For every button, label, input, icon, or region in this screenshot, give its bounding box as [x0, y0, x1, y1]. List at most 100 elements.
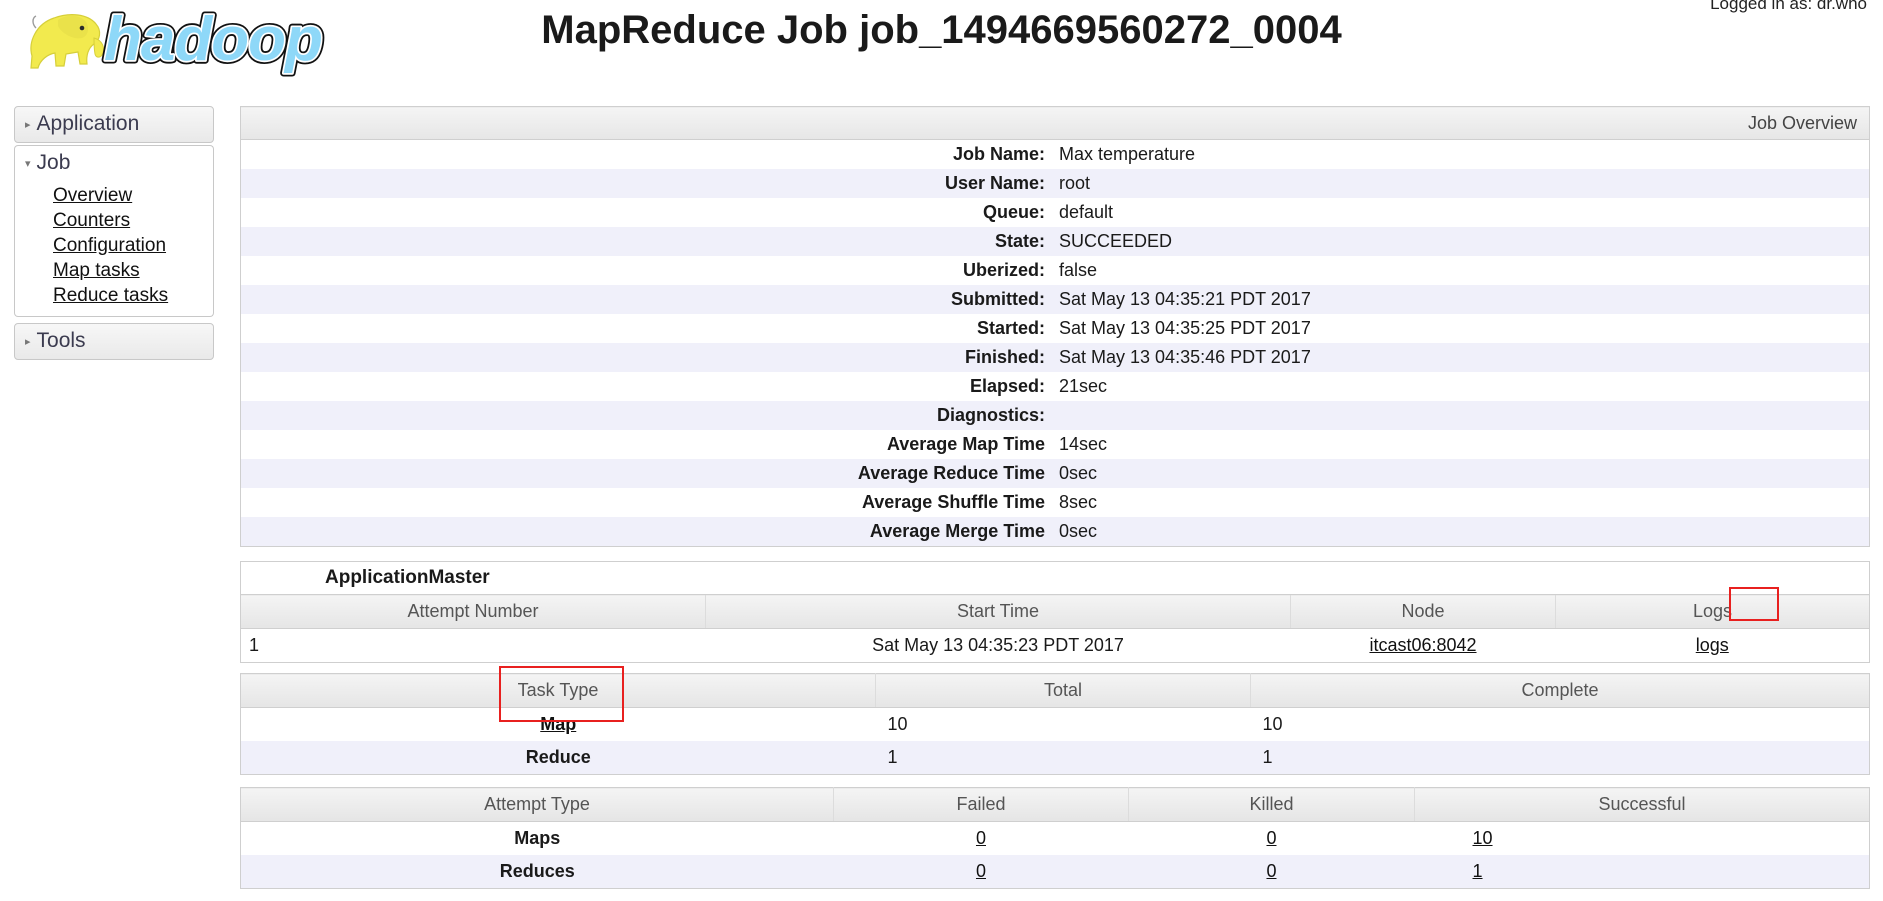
task-reduce-complete: 1 — [1250, 741, 1870, 775]
overview-key: Submitted: — [240, 285, 1055, 314]
overview-key: Average Shuffle Time — [240, 488, 1055, 517]
overview-value: false — [1055, 256, 1870, 285]
task-map-complete: 10 — [1250, 707, 1870, 741]
attempt-maps-failed-link[interactable]: 0 — [976, 828, 986, 848]
sidebar-item-overview-link[interactable]: Overview — [53, 185, 132, 206]
table-row: Average Shuffle Time 8sec — [240, 488, 1870, 517]
table-row: Average Map Time 14sec — [240, 430, 1870, 459]
overview-key: Diagnostics: — [240, 401, 1055, 430]
column-header-killed[interactable]: Killed — [1128, 787, 1415, 822]
overview-value: Sat May 13 04:35:46 PDT 2017 — [1055, 343, 1870, 372]
job-overview-table: Job Overview Job Name: Max temperature U… — [240, 106, 1870, 547]
table-row: Maps 0 0 10 — [240, 821, 1870, 855]
overview-key: Job Name: — [240, 139, 1055, 169]
task-type-table: Task Type Total Complete Map 10 10 Reduc… — [240, 673, 1870, 775]
attempt-type-table: Attempt Type Failed Killed Successful Ma… — [240, 787, 1870, 889]
attempt-reduces-failed-link[interactable]: 0 — [976, 861, 986, 881]
overview-value: 8sec — [1055, 488, 1870, 517]
overview-key: Elapsed: — [240, 372, 1055, 401]
sidebar-item-counters[interactable]: Counters — [15, 208, 213, 233]
sidebar-section-job-label: Job — [36, 151, 71, 174]
sidebar-item-overview[interactable]: Overview — [15, 183, 213, 208]
overview-value-state: SUCCEEDED — [1055, 227, 1870, 256]
sidebar-section-application[interactable]: ▸ Application — [14, 106, 214, 143]
sidebar-section-job[interactable]: ▾ Job — [14, 145, 214, 181]
overview-value: root — [1055, 169, 1870, 198]
attempt-maps-killed-cell: 0 — [1128, 821, 1415, 855]
overview-key: Queue: — [240, 198, 1055, 227]
overview-key: Average Merge Time — [240, 517, 1055, 547]
table-row: 1 Sat May 13 04:35:23 PDT 2017 itcast06:… — [240, 628, 1870, 663]
column-header-logs[interactable]: Logs — [1555, 594, 1870, 629]
table-row: Job Name: Max temperature — [240, 139, 1870, 169]
page-header: hadoop hadoop hadoop Logged in as: dr.wh… — [0, 0, 1883, 88]
chevron-down-icon: ▾ — [25, 158, 31, 170]
column-header-node[interactable]: Node — [1290, 594, 1556, 629]
column-header-successful[interactable]: Successful — [1414, 787, 1870, 822]
job-overview-caption: Job Overview — [240, 106, 1870, 140]
column-header-attempt-number[interactable]: Attempt Number — [240, 594, 706, 629]
attempt-type-reduces-label: Reduces — [240, 855, 834, 889]
overview-value: Sat May 13 04:35:21 PDT 2017 — [1055, 285, 1870, 314]
sidebar-job-items: Overview Counters Configuration Map task… — [14, 181, 214, 317]
task-type-map-link[interactable]: Map — [540, 714, 576, 734]
sidebar-section-tools[interactable]: ▸ Tools — [14, 323, 214, 360]
overview-value: default — [1055, 198, 1870, 227]
table-row: User Name: root — [240, 169, 1870, 198]
sidebar-section-application-label: Application — [36, 112, 140, 135]
attempt-maps-killed-link[interactable]: 0 — [1266, 828, 1276, 848]
overview-value-diagnostics — [1055, 401, 1870, 430]
table-row: Uberized: false — [240, 256, 1870, 285]
chevron-right-icon: ▸ — [25, 336, 31, 348]
overview-value: 14sec — [1055, 430, 1870, 459]
am-node-cell: itcast06:8042 — [1290, 628, 1556, 663]
overview-value: 21sec — [1055, 372, 1870, 401]
sidebar-item-configuration[interactable]: Configuration — [15, 233, 213, 258]
sidebar-item-map-tasks[interactable]: Map tasks — [15, 258, 213, 283]
column-header-total[interactable]: Total — [875, 673, 1251, 708]
am-logs-cell: logs — [1555, 628, 1870, 663]
task-map-total: 10 — [875, 707, 1251, 741]
attempt-maps-successful-cell: 10 — [1414, 821, 1870, 855]
column-header-failed[interactable]: Failed — [833, 787, 1129, 822]
column-header-attempt-type[interactable]: Attempt Type — [240, 787, 834, 822]
task-type-reduce-label[interactable]: Reduce — [240, 741, 876, 775]
sidebar-item-counters-link[interactable]: Counters — [53, 210, 130, 231]
sidebar-section-tools-label: Tools — [36, 329, 86, 352]
table-row: Started: Sat May 13 04:35:25 PDT 2017 — [240, 314, 1870, 343]
application-master-caption: ApplicationMaster — [240, 561, 1870, 595]
table-row: Queue: default — [240, 198, 1870, 227]
overview-key: Average Reduce Time — [240, 459, 1055, 488]
am-logs-link[interactable]: logs — [1696, 635, 1729, 655]
sidebar-item-reduce-tasks[interactable]: Reduce tasks — [15, 283, 213, 308]
am-start-time: Sat May 13 04:35:23 PDT 2017 — [705, 628, 1291, 663]
task-type-header-row: Task Type Total Complete — [240, 673, 1870, 708]
application-master-caption-row: ApplicationMaster — [240, 561, 1870, 595]
table-row: Map 10 10 — [240, 707, 1870, 741]
attempt-maps-failed-cell: 0 — [833, 821, 1129, 855]
attempt-reduces-killed-link[interactable]: 0 — [1266, 861, 1276, 881]
attempt-type-maps-label: Maps — [240, 821, 834, 855]
overview-key: Average Map Time — [240, 430, 1055, 459]
attempt-maps-successful-link[interactable]: 10 — [1473, 828, 1493, 848]
table-row: Reduces 0 0 1 — [240, 855, 1870, 889]
table-row: Elapsed: 21sec — [240, 372, 1870, 401]
table-row: Average Merge Time 0sec — [240, 517, 1870, 547]
attempt-type-header-row: Attempt Type Failed Killed Successful — [240, 787, 1870, 822]
am-attempt-number: 1 — [240, 628, 706, 663]
overview-key: State: — [240, 227, 1055, 256]
sidebar-item-configuration-link[interactable]: Configuration — [53, 235, 166, 256]
sidebar-item-map-tasks-link[interactable]: Map tasks — [53, 260, 140, 281]
attempt-reduces-killed-cell: 0 — [1128, 855, 1415, 889]
table-row: Submitted: Sat May 13 04:35:21 PDT 2017 — [240, 285, 1870, 314]
main-content: Job Overview Job Name: Max temperature U… — [240, 106, 1870, 901]
column-header-task-type[interactable]: Task Type — [240, 673, 876, 708]
overview-value: Max temperature — [1055, 139, 1870, 169]
am-node-link[interactable]: itcast06:8042 — [1369, 635, 1476, 655]
overview-key: Finished: — [240, 343, 1055, 372]
attempt-reduces-successful-link[interactable]: 1 — [1473, 861, 1483, 881]
column-header-start-time[interactable]: Start Time — [705, 594, 1291, 629]
table-row: Finished: Sat May 13 04:35:46 PDT 2017 — [240, 343, 1870, 372]
column-header-complete[interactable]: Complete — [1250, 673, 1870, 708]
sidebar-item-reduce-tasks-link[interactable]: Reduce tasks — [53, 285, 168, 306]
